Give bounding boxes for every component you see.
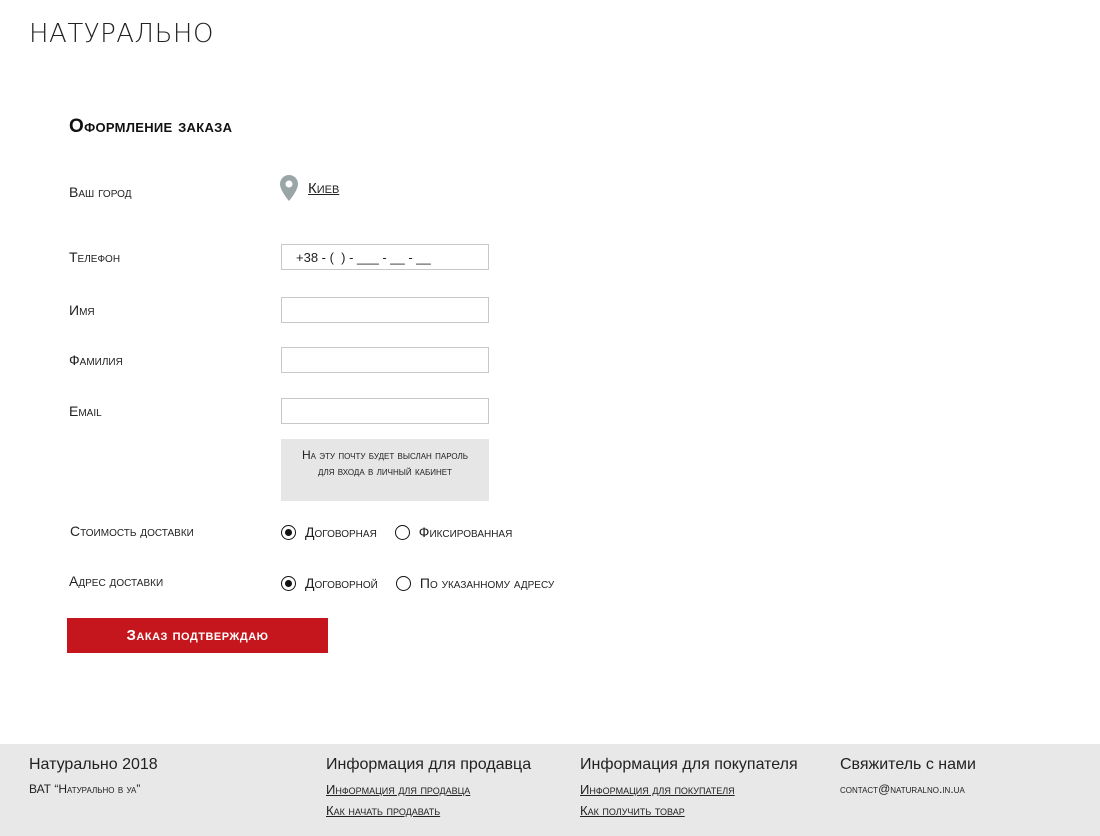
footer-brand: Натурально 2018 ВАТ “Натурально в уа”	[29, 756, 158, 796]
delivery-cost-option-negotiable[interactable]: Договорная	[281, 524, 377, 540]
footer-link-seller-info[interactable]: Информация для продавца	[326, 782, 531, 797]
delivery-cost-option-fixed[interactable]: Фиксированная	[394, 524, 513, 540]
delivery-address-label: Адрес доставки	[69, 573, 164, 589]
radio-label: Фиксированная	[418, 524, 513, 540]
radio-label: Договорная	[305, 524, 377, 540]
last-name-input[interactable]	[281, 347, 489, 373]
confirm-order-button[interactable]: Заказ подтверждаю	[67, 618, 328, 653]
footer: Натурально 2018 ВАТ “Натурально в уа” Ин…	[0, 744, 1100, 836]
radio-unchecked-icon[interactable]	[394, 524, 410, 540]
footer-contact-title: Свяжитель с нами	[840, 756, 976, 773]
radio-unchecked-icon[interactable]	[395, 575, 411, 591]
city-label: Ваш город	[69, 184, 132, 200]
last-name-label: Фамилия	[69, 352, 123, 368]
email-label: Email	[69, 403, 102, 419]
radio-label: По указанному адресу	[419, 575, 555, 591]
first-name-input[interactable]	[281, 297, 489, 323]
page-title: Оформление заказа	[69, 116, 233, 137]
city-selector[interactable]: Киев	[280, 175, 339, 201]
footer-link-get-product[interactable]: Как получить товар	[580, 803, 798, 818]
footer-link-start-selling[interactable]: Как начать продавать	[326, 803, 531, 818]
footer-contact: Свяжитель с нами contact@naturalno.in.ua	[840, 756, 976, 796]
footer-seller: Информация для продавца Информация для п…	[326, 756, 531, 824]
site-logo[interactable]: НАТУРАЛЬНО	[29, 19, 214, 49]
phone-input[interactable]	[281, 244, 489, 270]
city-link[interactable]: Киев	[308, 180, 339, 197]
email-input[interactable]	[281, 398, 489, 424]
first-name-label: Имя	[69, 302, 95, 318]
footer-seller-title: Информация для продавца	[326, 756, 532, 773]
footer-brand-title: Натурально 2018	[29, 756, 158, 773]
contact-email[interactable]: contact@naturalno.in.ua	[840, 782, 976, 796]
radio-label: Договорной	[305, 575, 378, 591]
footer-brand-subtitle: ВАТ “Натурально в уа”	[29, 782, 141, 796]
radio-checked-icon[interactable]	[281, 524, 296, 540]
footer-link-buyer-info[interactable]: Информация для покупателя	[580, 782, 798, 797]
radio-checked-icon[interactable]	[281, 575, 296, 591]
delivery-address-option-specified[interactable]: По указанному адресу	[395, 575, 555, 591]
delivery-address-options: Договорной По указанному адресу	[281, 575, 572, 591]
email-hint: На эту почту будет выслан пароль для вхо…	[281, 439, 489, 501]
delivery-address-option-negotiable[interactable]: Договорной	[281, 575, 378, 591]
delivery-cost-options: Договорная Фиксированная	[281, 524, 530, 540]
map-pin-icon	[280, 175, 298, 201]
phone-label: Телефон	[69, 249, 121, 265]
footer-buyer-title: Информация для покупателя	[580, 756, 798, 773]
footer-buyer: Информация для покупателя Информация для…	[580, 756, 798, 824]
delivery-cost-label: Стоимость доставки	[70, 523, 194, 539]
